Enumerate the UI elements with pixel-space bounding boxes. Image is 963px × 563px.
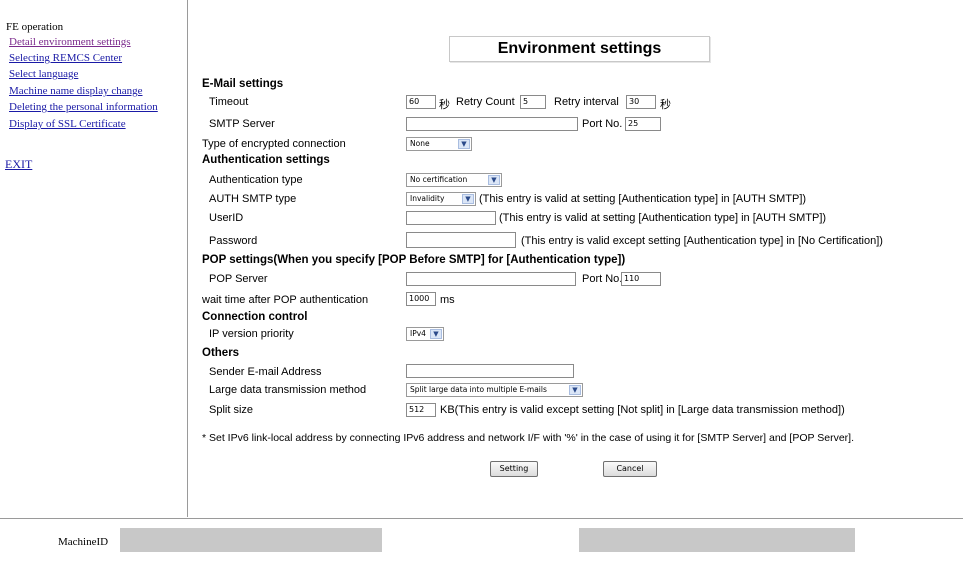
pop-port-label: Port No. [582, 273, 623, 285]
section-email-settings: E-Mail settings [202, 78, 284, 90]
userid-label: UserID [209, 212, 244, 224]
sender-email-input[interactable] [406, 364, 574, 378]
link-display-ssl-certificate[interactable]: Display of SSL Certificate [9, 118, 126, 130]
smtp-port-input[interactable]: 25 [625, 117, 661, 131]
link-select-language[interactable]: Select language [9, 68, 78, 80]
encryption-label: Type of encrypted connection [202, 138, 346, 150]
chevron-down-icon: ▼ [462, 194, 474, 204]
auth-smtp-type-selected-value: Invalidity [410, 194, 445, 203]
setting-button[interactable]: Setting [490, 461, 538, 477]
userid-note: (This entry is valid at setting [Authent… [499, 212, 827, 224]
timeout-input[interactable]: 60 [406, 95, 436, 109]
sidebar-heading: FE operation [6, 21, 64, 33]
auth-type-selected-value: No certification [410, 175, 468, 184]
timeout-label: Timeout [209, 96, 249, 108]
page-title: Environment settings [449, 36, 710, 62]
pop-wait-label: wait time after POP authentication [202, 294, 369, 306]
large-data-method-label: Large data transmission method [209, 384, 367, 396]
chevron-down-icon: ▼ [488, 175, 500, 185]
split-size-note: KB(This entry is valid except setting [N… [440, 404, 845, 416]
chevron-down-icon: ▼ [430, 329, 442, 339]
machine-name-field [579, 528, 855, 552]
retry-interval-label: Retry interval [554, 96, 619, 108]
pop-wait-input[interactable]: 1000 [406, 292, 436, 306]
link-exit[interactable]: EXIT [5, 157, 32, 172]
retry-count-input[interactable]: 5 [520, 95, 546, 109]
link-deleting-personal-information[interactable]: Deleting the personal information [9, 101, 158, 113]
pop-server-input[interactable] [406, 272, 576, 286]
password-input[interactable] [406, 232, 516, 248]
password-label: Password [209, 235, 258, 247]
machine-id-label: MachineID [58, 536, 109, 548]
retry-count-label: Retry Count [456, 96, 515, 108]
pop-port-input[interactable]: 110 [621, 272, 661, 286]
cancel-button[interactable]: Cancel [603, 461, 657, 477]
link-detail-environment-settings[interactable]: Detail environment settings [9, 36, 131, 48]
smtp-port-label: Port No. [582, 118, 623, 130]
section-pop-settings: POP settings(When you specify [POP Befor… [202, 254, 626, 266]
section-connection-control: Connection control [202, 311, 308, 323]
link-machine-name-display-change[interactable]: Machine name display change [9, 85, 142, 97]
auth-type-label: Authentication type [209, 174, 303, 186]
split-size-label: Split size [209, 404, 254, 416]
footer-bar: MachineID [0, 518, 963, 563]
timeout-unit: 秒 [439, 99, 450, 111]
chevron-down-icon: ▼ [458, 139, 470, 149]
encryption-select[interactable]: None ▼ [406, 137, 472, 151]
main-content: Environment settings E-Mail settings Tim… [189, 0, 963, 517]
retry-interval-input[interactable]: 30 [626, 95, 656, 109]
large-data-method-selected-value: Split large data into multiple E-mails [410, 385, 547, 394]
sidebar-menu: FE operation Detail environment settings… [0, 0, 188, 517]
ip-version-selected-value: IPv4 [410, 329, 426, 338]
auth-type-select[interactable]: No certification ▼ [406, 173, 502, 187]
chevron-down-icon: ▼ [569, 385, 581, 395]
auth-smtp-type-note: (This entry is valid at setting [Authent… [479, 193, 807, 205]
link-selecting-remcs-center[interactable]: Selecting REMCS Center [9, 52, 122, 64]
retry-interval-unit: 秒 [660, 99, 671, 111]
split-size-input[interactable]: 512 [406, 403, 436, 417]
section-authentication-settings: Authentication settings [202, 154, 330, 166]
pop-wait-unit: ms [440, 294, 455, 306]
pop-server-label: POP Server [209, 273, 268, 285]
section-others: Others [202, 347, 240, 359]
ip-version-label: IP version priority [209, 328, 294, 340]
encryption-selected-value: None [410, 139, 430, 148]
auth-smtp-type-select[interactable]: Invalidity ▼ [406, 192, 476, 206]
ipv6-footnote: * Set IPv6 link-local address by connect… [202, 432, 855, 444]
large-data-method-select[interactable]: Split large data into multiple E-mails ▼ [406, 383, 583, 397]
userid-input[interactable] [406, 211, 496, 225]
machine-id-field [120, 528, 382, 552]
ip-version-select[interactable]: IPv4 ▼ [406, 327, 444, 341]
auth-smtp-type-label: AUTH SMTP type [209, 193, 297, 205]
sender-email-label: Sender E-mail Address [209, 366, 322, 378]
password-note: (This entry is valid except setting [Aut… [521, 235, 883, 247]
smtp-server-label: SMTP Server [209, 118, 275, 130]
smtp-server-input[interactable] [406, 117, 578, 131]
